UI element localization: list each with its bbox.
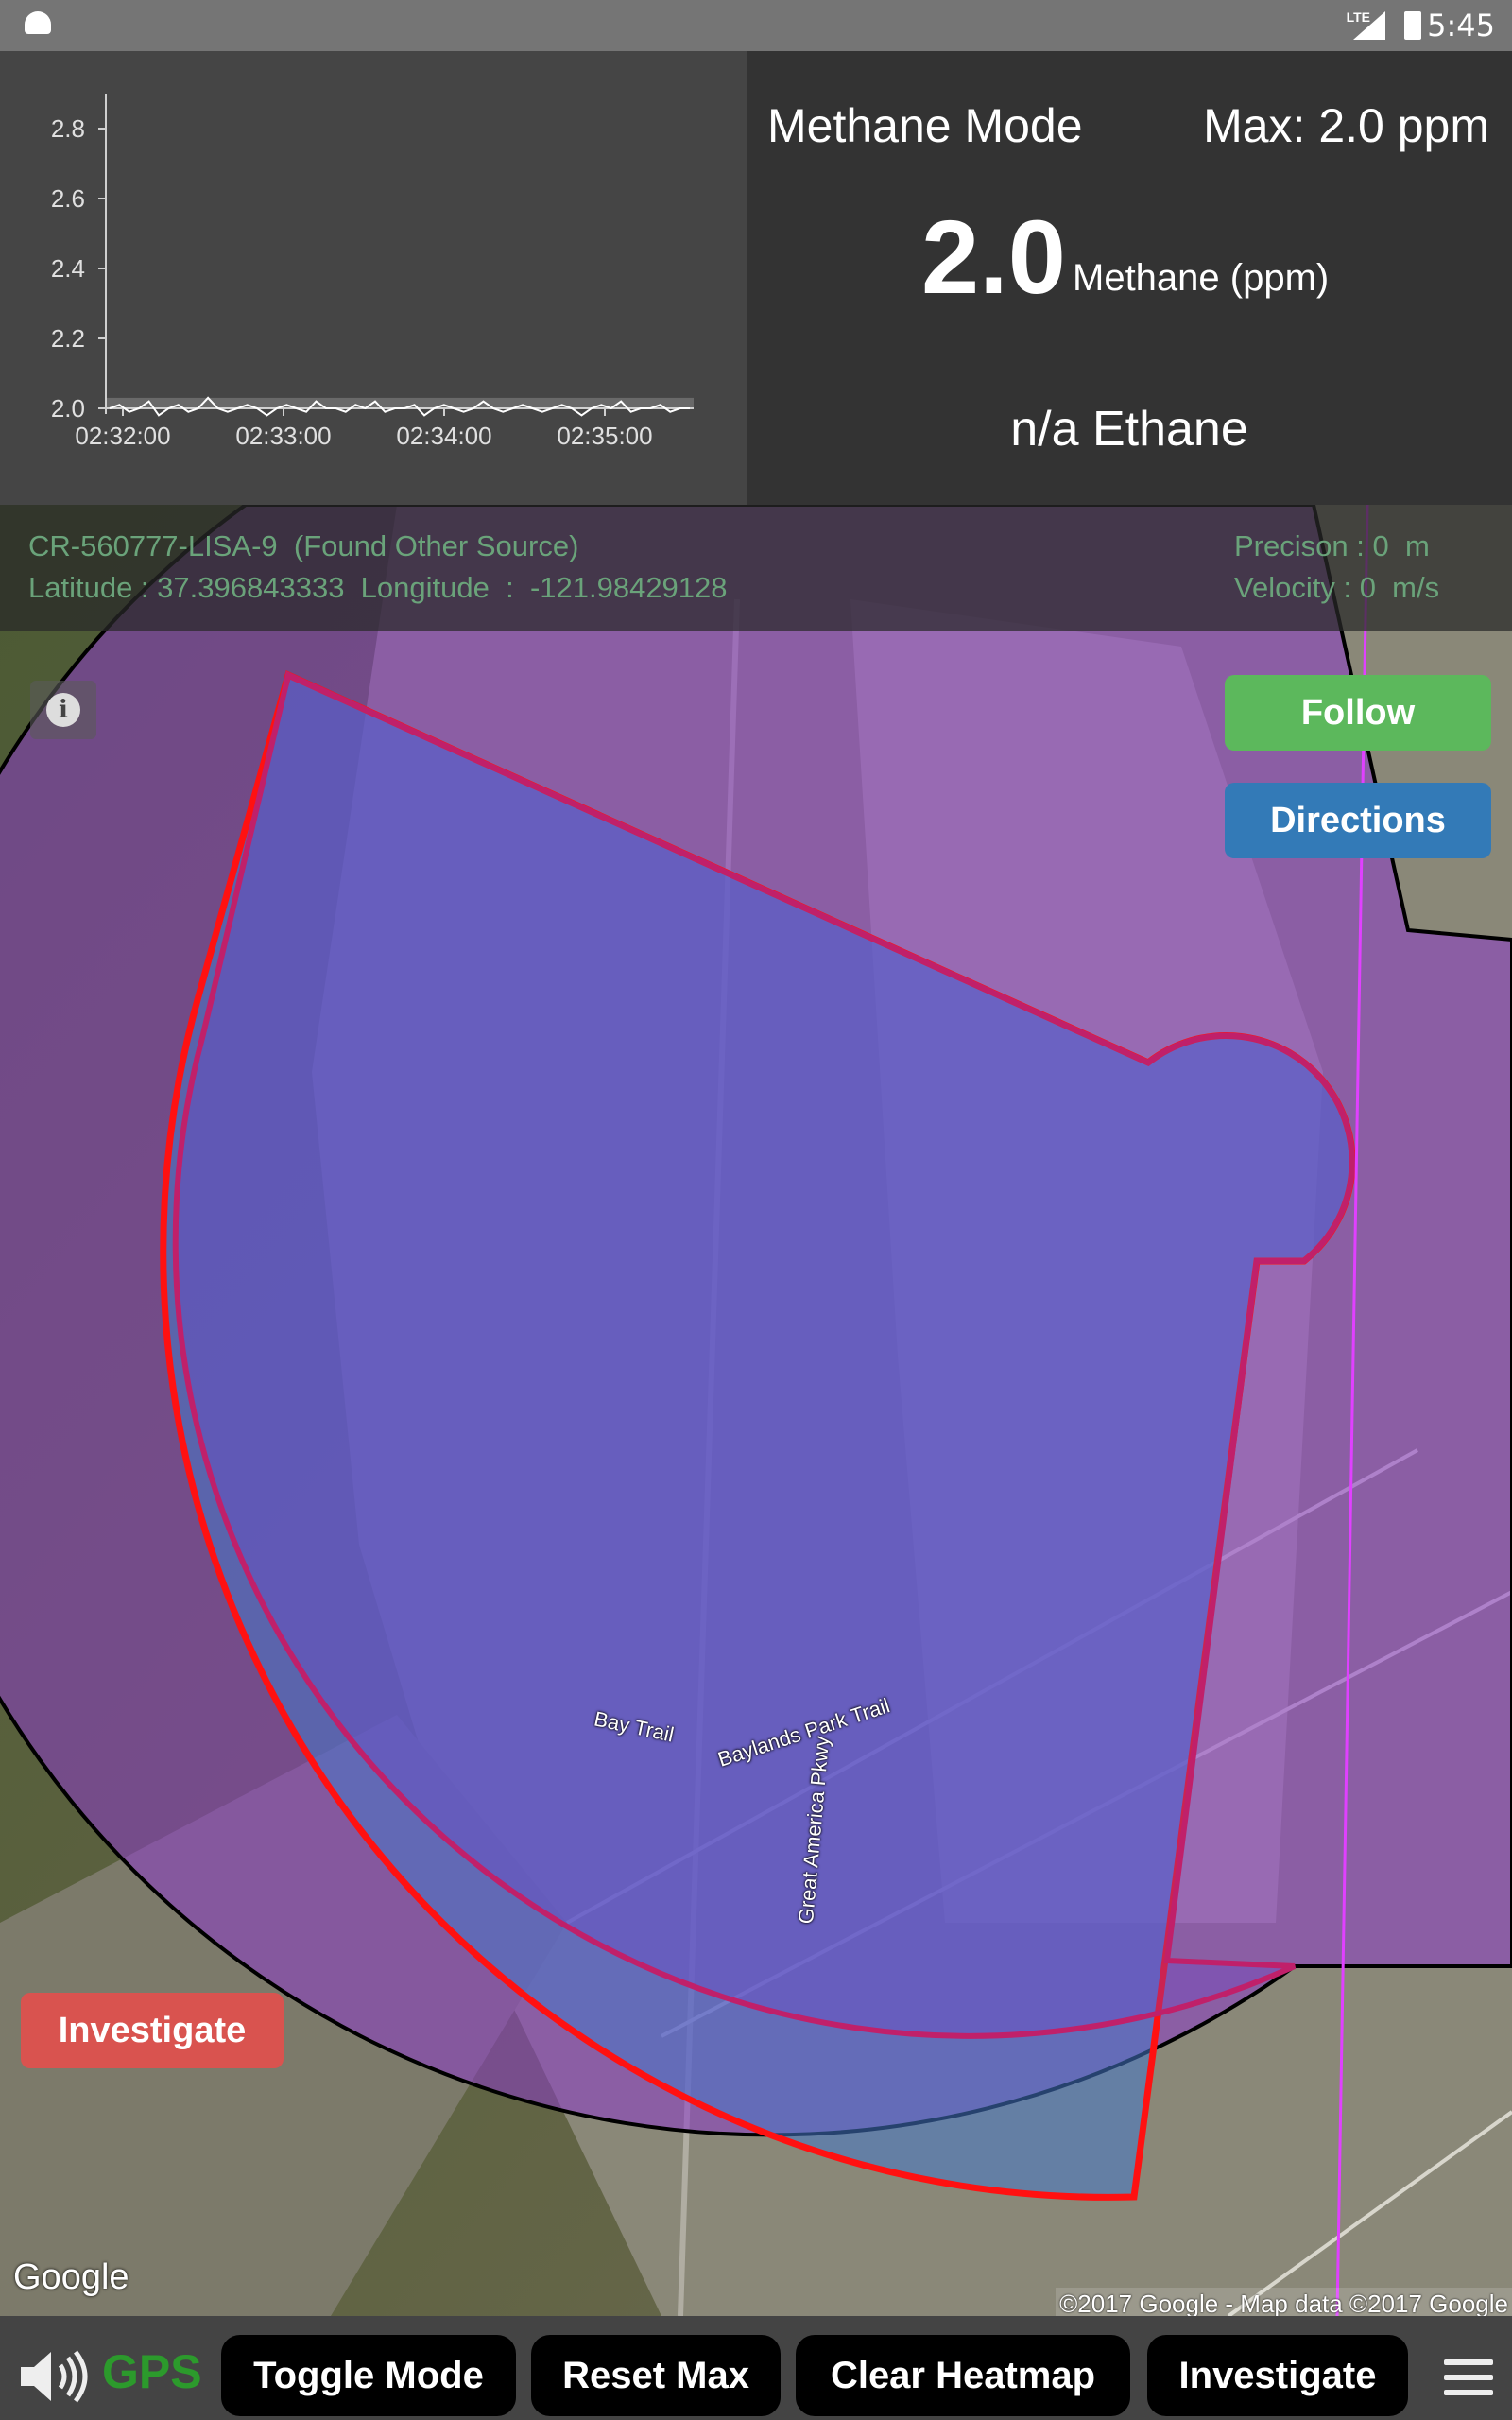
velocity-value: 0 bbox=[1359, 571, 1376, 604]
coordinates-line: Latitude : 37.396843333 Longitude : -121… bbox=[28, 571, 728, 605]
signal-icon bbox=[1353, 11, 1385, 40]
menu-icon[interactable] bbox=[1444, 2360, 1493, 2395]
source-id: CR-560777-LISA-9 bbox=[28, 529, 278, 562]
battery-icon bbox=[1404, 11, 1421, 40]
current-methane-unit: Methane (ppm) bbox=[1073, 257, 1330, 299]
chart-y-tick-label: 2.6 bbox=[51, 184, 85, 213]
chart-y-tick-label: 2.8 bbox=[51, 114, 85, 143]
precision-unit: m bbox=[1404, 529, 1430, 562]
chart-y-tick-label: 2.4 bbox=[51, 254, 85, 283]
longitude-value: -121.98429128 bbox=[529, 571, 728, 604]
chart-svg: 2.0 2.2 2.4 2.6 2.8 02:32:00 02:33:00 02:34:00 0… bbox=[51, 94, 694, 450]
latitude-value: 37.396843333 bbox=[157, 571, 345, 604]
reset-max-button[interactable]: Reset Max bbox=[531, 2335, 781, 2416]
top-panel: 2.0 2.2 2.4 2.6 2.8 02:32:00 02:33:00 02:34:00 0… bbox=[0, 51, 1512, 505]
chart-y-tick-label: 2.0 bbox=[51, 394, 85, 423]
status-time: 5:45 bbox=[1427, 8, 1495, 43]
investigate-map-button[interactable]: Investigate bbox=[21, 1993, 284, 2068]
google-logo: Google bbox=[13, 2257, 129, 2297]
chart-x-tick-label: 02:34:00 bbox=[396, 422, 491, 450]
info-icon: i bbox=[46, 693, 80, 727]
chart-x-tick-label: 02:35:00 bbox=[557, 422, 652, 450]
ethane-reading: n/a Ethane bbox=[1010, 402, 1248, 457]
status-bar: LTE 5:45 bbox=[0, 0, 1512, 51]
directions-button[interactable]: Directions bbox=[1225, 783, 1491, 858]
precision-label: Precison : bbox=[1234, 529, 1365, 562]
clear-heatmap-button[interactable]: Clear Heatmap bbox=[796, 2335, 1130, 2416]
max-label: Max: 2.0 ppm bbox=[1203, 99, 1489, 152]
chart-x-tick-label: 02:33:00 bbox=[235, 422, 331, 450]
gps-indicator: GPS bbox=[102, 2345, 202, 2398]
precision-line: Precison : 0 m bbox=[1234, 529, 1430, 563]
velocity-unit: m/s bbox=[1392, 571, 1440, 604]
investigate-button[interactable]: Investigate bbox=[1147, 2335, 1408, 2416]
velocity-line: Velocity : 0 m/s bbox=[1234, 571, 1439, 605]
android-notification-icon bbox=[25, 11, 51, 34]
current-methane-value: 2.0 bbox=[921, 199, 1066, 316]
speaker-icon[interactable] bbox=[17, 2348, 93, 2405]
velocity-label: Velocity : bbox=[1234, 571, 1352, 604]
toggle-mode-button[interactable]: Toggle Mode bbox=[221, 2335, 516, 2416]
bottom-toolbar: GPS Toggle Mode Reset Max Clear Heatmap … bbox=[0, 2316, 1512, 2420]
map-info-button[interactable]: i bbox=[30, 681, 96, 739]
latitude-label: Latitude : bbox=[28, 571, 149, 604]
precision-value: 0 bbox=[1372, 529, 1389, 562]
follow-button[interactable]: Follow bbox=[1225, 675, 1491, 751]
reading-panel: Methane Mode Max: 2.0 ppm 2.0 Methane (p… bbox=[747, 51, 1512, 505]
longitude-label: Longitude : bbox=[360, 571, 514, 604]
chart-x-tick-label: 02:32:00 bbox=[75, 422, 170, 450]
chart-y-tick-label: 2.2 bbox=[51, 324, 85, 353]
source-status: (Found Other Source) bbox=[293, 529, 579, 562]
source-info-overlay: CR-560777-LISA-9 (Found Other Source) La… bbox=[0, 505, 1512, 631]
source-id-line: CR-560777-LISA-9 (Found Other Source) bbox=[28, 529, 578, 563]
mode-title: Methane Mode bbox=[767, 99, 1083, 152]
methane-chart: 2.0 2.2 2.4 2.6 2.8 02:32:00 02:33:00 02:34:00 0… bbox=[0, 51, 747, 505]
